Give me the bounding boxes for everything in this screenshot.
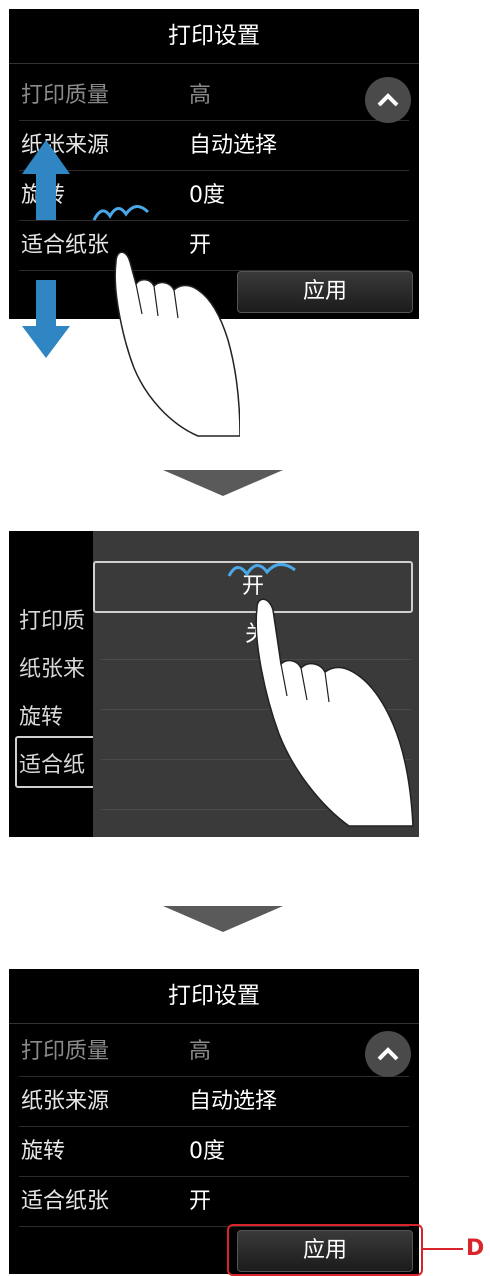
setting-label: 旋转 — [21, 1139, 66, 1164]
setting-label: 适合纸张 — [21, 1189, 110, 1214]
setting-value: 自动选择 — [189, 1089, 278, 1114]
callout-label: D — [466, 1236, 485, 1261]
tap-hand-icon — [227, 563, 414, 827]
apply-button[interactable]: 应用 — [237, 271, 413, 313]
step-arrow-down-icon — [163, 906, 283, 932]
scroll-up-button[interactable] — [365, 77, 411, 123]
tap-sparkle-icon — [92, 205, 150, 221]
setting-row-print-quality[interactable]: 打印质量 高 — [19, 71, 409, 121]
scroll-down-arrow-icon — [22, 280, 70, 358]
setting-value: 开 — [189, 1189, 212, 1214]
scroll-up-button[interactable] — [365, 1031, 411, 1077]
callout-leader-line — [421, 1248, 463, 1250]
screen-title: 打印设置 — [9, 969, 419, 1024]
setting-label: 纸张来源 — [21, 1089, 110, 1114]
scroll-up-arrow-icon — [22, 140, 70, 220]
setting-value: 高 — [189, 1039, 212, 1064]
tap-hand-icon — [92, 205, 240, 437]
step-arrow-down-icon — [163, 470, 283, 496]
setting-value: 高 — [189, 83, 212, 108]
setting-row-paper-source[interactable]: 纸张来源 自动选择 — [19, 121, 409, 171]
chevron-up-icon — [377, 93, 399, 107]
setting-label: 纸张来 — [19, 657, 86, 682]
screen-title: 打印设置 — [9, 9, 419, 64]
callout-highlight-box — [227, 1224, 423, 1276]
setting-row-print-quality[interactable]: 打印质量 高 — [19, 1027, 409, 1077]
setting-value: 自动选择 — [189, 133, 278, 158]
scroll-gesture-arrows — [22, 140, 70, 358]
setting-row-paper-source[interactable]: 纸张来源 自动选择 — [19, 1077, 409, 1127]
setting-value: 0度 — [189, 1139, 225, 1164]
setting-row-rotation[interactable]: 旋转 0度 — [19, 1127, 409, 1177]
setting-row-fit-to-paper[interactable]: 适合纸张 开 — [19, 1177, 409, 1227]
chevron-up-icon — [377, 1047, 399, 1061]
setting-label: 打印质量 — [21, 1039, 110, 1064]
setting-label: 打印质量 — [21, 83, 110, 108]
setting-label: 旋转 — [19, 705, 64, 730]
tap-sparkle-icon — [227, 563, 296, 577]
setting-label: 打印质 — [19, 609, 86, 634]
